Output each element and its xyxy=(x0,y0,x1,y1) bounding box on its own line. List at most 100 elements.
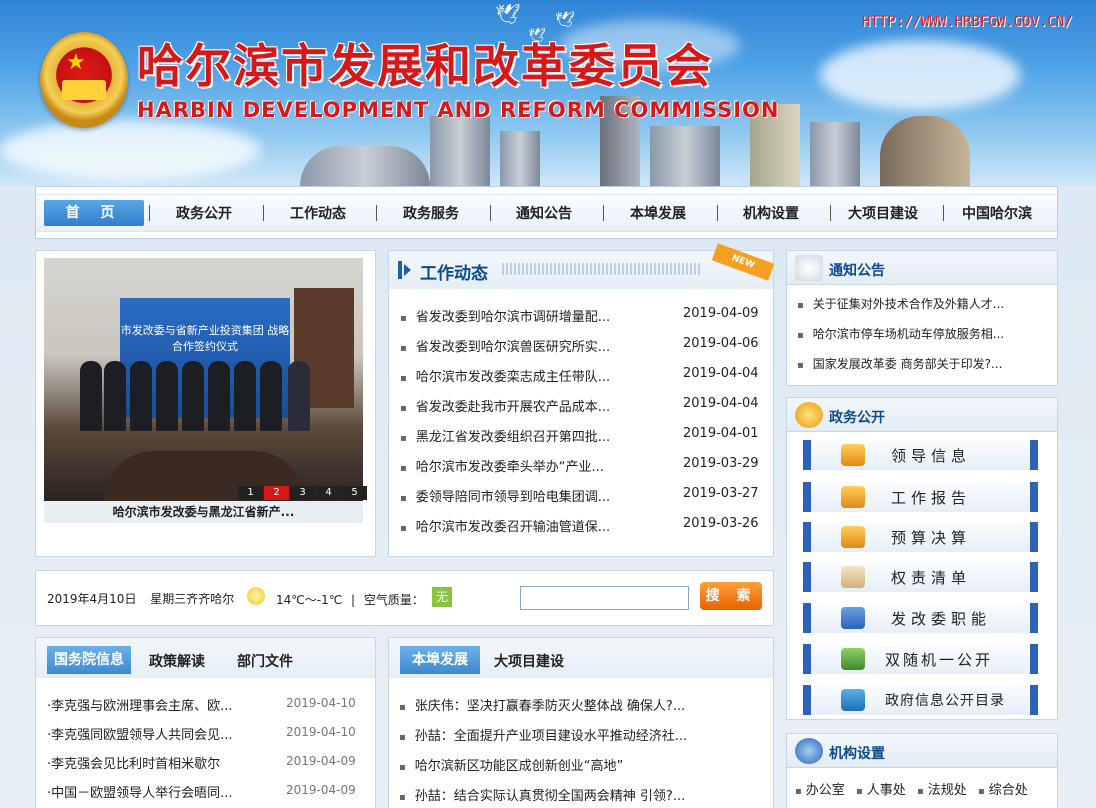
scroll-icon xyxy=(841,566,865,588)
list-date: 2019-04-10 xyxy=(286,696,356,710)
tab-big-projects[interactable]: 大项目建设 xyxy=(494,651,564,671)
section-marker-icon xyxy=(398,261,402,279)
notices-header: 通知公告 xyxy=(787,251,1057,285)
books-icon xyxy=(841,607,865,629)
notice-item[interactable]: ▪ 关于征集对外技术合作及外籍人才... xyxy=(797,295,1004,312)
gov-open-title[interactable]: 政务公开 xyxy=(829,407,885,427)
news-item[interactable]: ▪ 哈尔滨市发改委牵头举办“产业... xyxy=(400,456,604,475)
org-general[interactable]: ▪ 综合处 xyxy=(978,779,1028,798)
news-item[interactable]: ▪ 省发改委到哈尔滨市调研增量配... xyxy=(400,306,610,325)
weather-info: 2019年4月10日 星期三齐齐哈尔 xyxy=(47,590,234,607)
current-date: 2019年4月10日 xyxy=(47,592,137,606)
news-date: 2019-04-01 xyxy=(683,426,759,441)
org-legal[interactable]: ▪ 法规处 xyxy=(917,779,967,798)
news-item[interactable]: ▪ 黑龙江省发改委组织召开第四批... xyxy=(400,426,610,445)
notice-item[interactable]: ▪ 哈尔滨市停车场机动车停放服务相... xyxy=(797,325,1004,342)
nav-big-projects[interactable]: 大项目建设 xyxy=(848,203,918,223)
news-item[interactable]: ▪ 哈尔滨市发改委召开输油管道保... xyxy=(400,516,610,535)
nav-organization[interactable]: 机构设置 xyxy=(743,203,799,223)
search-input[interactable] xyxy=(520,586,689,610)
cloud-decoration xyxy=(0,120,260,180)
news-date: 2019-04-06 xyxy=(683,336,759,351)
org-header: 机构设置 xyxy=(787,734,1057,768)
news-item[interactable]: ▪ 省发改委到哈尔滨兽医研究所实... xyxy=(400,336,610,355)
slide-board-text: 市发改委与省新产业投资集团 战略合作签约仪式 xyxy=(120,324,290,353)
nav-home[interactable]: 首 页 xyxy=(44,200,144,226)
news-date: 2019-04-04 xyxy=(683,366,759,381)
news-date: 2019-04-09 xyxy=(683,306,759,321)
local-news-item[interactable]: ▪ 哈尔滨新区功能区成创新创业“高地” xyxy=(399,755,623,774)
temperature: 14℃～-1℃ xyxy=(276,593,343,607)
notices-title[interactable]: 通知公告 xyxy=(829,260,885,280)
local-news-item[interactable]: ▪ 孙喆：全面提升产业项目建设水平推动经济社... xyxy=(399,725,687,744)
site-title-english: HARBIN DEVELOPMENT AND REFORM COMMISSION xyxy=(137,98,780,122)
slide-3-button[interactable]: 3 xyxy=(290,486,315,500)
nav-gov-affairs[interactable]: 政务公开 xyxy=(176,203,232,223)
slideshow-pager: 1 2 3 4 5 xyxy=(237,486,367,500)
list-date: 2019-04-09 xyxy=(286,783,356,797)
search-button[interactable]: 搜 索 xyxy=(700,582,762,610)
org-title[interactable]: 机构设置 xyxy=(829,743,885,763)
gov-open-icon xyxy=(795,402,823,428)
slideshow-caption[interactable]: 哈尔滨市发改委与黑龙江省新产... xyxy=(44,501,363,523)
tab-state-council[interactable]: 国务院信息 xyxy=(47,646,131,674)
news-date: 2019-03-27 xyxy=(683,486,759,501)
list-item[interactable]: ·李克强与欧洲理事会主席、欧... xyxy=(47,695,233,714)
tab-local-dev[interactable]: 本埠发展 xyxy=(400,646,480,674)
air-quality-value: 无 xyxy=(432,587,452,607)
random-inspection-button[interactable]: 双随机一公开 xyxy=(803,644,1038,674)
nav-work-news[interactable]: 工作动态 xyxy=(290,203,346,223)
news-item[interactable]: ▪ 哈尔滨市发改委栾志成主任带队... xyxy=(400,366,610,385)
air-quality-label: 空气质量： xyxy=(363,593,424,607)
commission-duties-button[interactable]: 发改委职能 xyxy=(803,603,1038,633)
local-news-item[interactable]: ▪ 张庆伟：坚决打赢春季防灭火整体战 确保人?... xyxy=(399,695,685,714)
list-item[interactable]: ·李克强会见比利时首相米歇尔 xyxy=(47,753,220,772)
notice-item[interactable]: ▪ 国家发展改革委 商务部关于印发?... xyxy=(797,355,1002,372)
slide-4-button[interactable]: 4 xyxy=(316,486,341,500)
notice-board-icon xyxy=(795,255,823,281)
sun-icon xyxy=(247,587,265,605)
slide-5-button[interactable]: 5 xyxy=(342,486,367,500)
list-date: 2019-04-10 xyxy=(286,725,356,739)
org-office[interactable]: ▪ 办公室 xyxy=(795,779,845,798)
work-news-title[interactable]: 工作动态 xyxy=(420,259,488,284)
slideshow-image[interactable]: 市发改委与省新产业投资集团 战略合作签约仪式 xyxy=(44,258,363,501)
slide-2-button[interactable]: 2 xyxy=(264,486,289,500)
site-url[interactable]: HTTP://WWW.HRBFGW.GOV.CN/ xyxy=(862,14,1073,30)
document-icon xyxy=(841,526,865,548)
slide-1-button[interactable]: 1 xyxy=(238,486,263,500)
news-date: 2019-04-04 xyxy=(683,396,759,411)
list-item[interactable]: ·李克强同欧盟领导人共同会见... xyxy=(47,724,233,743)
folder-icon xyxy=(841,689,865,711)
work-report-button[interactable]: 工作报告 xyxy=(803,482,1038,512)
list-item[interactable]: ·中国－欧盟领导人举行会晤同... xyxy=(47,782,233,801)
national-emblem-icon: ★ xyxy=(40,32,128,128)
power-list-button[interactable]: 权责清单 xyxy=(803,562,1038,592)
main-navigation: 首 页 政务公开 工作动态 政务服务 通知公告 本埠发展 机构设置 大项目建设 … xyxy=(35,186,1058,239)
list-date: 2019-04-09 xyxy=(286,754,356,768)
news-item[interactable]: ▪ 委领导陪同市领导到哈电集团调... xyxy=(400,486,610,505)
decor-dots xyxy=(502,263,702,275)
local-news-item[interactable]: ▪ 孙喆：结合实际认真贯彻全国两会精神 引领?... xyxy=(399,785,685,804)
dove-icon: 🕊 xyxy=(495,2,521,26)
news-item[interactable]: ▪ 省发改委赴我市开展农产品成本... xyxy=(400,396,610,415)
org-hr[interactable]: ▪ 人事处 xyxy=(856,779,906,798)
nav-notices[interactable]: 通知公告 xyxy=(516,203,572,223)
books-stack-icon xyxy=(841,648,865,670)
news-date: 2019-03-29 xyxy=(683,456,759,471)
gov-open-header: 政务公开 xyxy=(787,398,1057,432)
tab-dept-docs[interactable]: 部门文件 xyxy=(237,651,293,671)
tab-policy[interactable]: 政策解读 xyxy=(149,651,205,671)
budget-button[interactable]: 预算决算 xyxy=(803,522,1038,552)
info-disclosure-button[interactable]: 政府信息公开目录 xyxy=(803,685,1038,715)
weekday-city: 星期三齐齐哈尔 xyxy=(150,592,235,606)
arrow-icon xyxy=(404,264,411,276)
weather-temp-row: 14℃～-1℃ | 空气质量： xyxy=(276,593,424,607)
news-date: 2019-03-26 xyxy=(683,516,759,531)
nav-local-dev[interactable]: 本埠发展 xyxy=(630,203,686,223)
globe-icon xyxy=(795,738,823,764)
nav-services[interactable]: 政务服务 xyxy=(403,203,459,223)
nav-harbin[interactable]: 中国哈尔滨 xyxy=(962,203,1032,223)
leader-info-button[interactable]: 领导信息 xyxy=(803,440,1038,470)
site-title: 哈尔滨市发展和改革委员会 xyxy=(137,39,713,93)
